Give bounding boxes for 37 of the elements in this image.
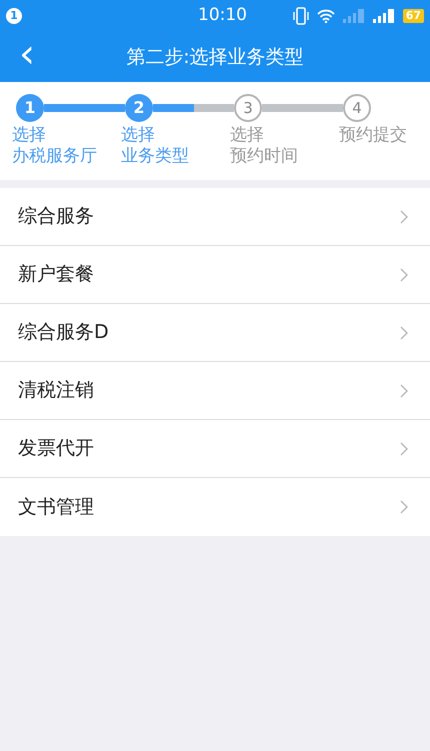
service-item[interactable]: 新户套餐 [0,246,430,304]
service-item[interactable]: 综合服务 [0,188,430,246]
step-label: 预约时间 [230,146,298,167]
wifi-icon [316,9,335,23]
chevron-right-icon [400,442,408,456]
page-title: 第二步:选择业务类型 [126,44,304,70]
chevron-right-icon [400,210,408,224]
battery-indicator: 67 [402,9,424,23]
service-item[interactable]: 发票代开 [0,420,430,478]
chevron-right-icon [400,384,408,398]
service-label: 综合服务 [18,204,94,230]
step-label: 选择 [121,125,155,146]
service-label: 文书管理 [18,494,94,520]
signal-icon [372,9,395,23]
service-label: 新户套餐 [18,262,94,288]
step-number: 1 [16,94,44,122]
service-label: 发票代开 [18,436,94,462]
service-item[interactable]: 综合服务D [0,304,430,362]
step-label: 预约提交 [339,125,407,146]
notification-badge: 1 [6,8,22,24]
signal-icon [342,9,365,23]
clock-time: 10:10 [198,4,247,28]
step-number: 2 [125,94,153,122]
step-number: 3 [234,94,262,122]
step-number: 4 [343,94,371,122]
vibrate-icon [292,7,309,25]
service-item[interactable]: 文书管理 [0,478,430,536]
service-label: 清税注销 [18,378,94,404]
step-label: 选择 [230,125,264,146]
step-label: 办税服务厅 [12,146,97,167]
chevron-right-icon [400,326,408,340]
step-label: 业务类型 [121,146,189,167]
chevron-right-icon [400,268,408,282]
step-label: 选择 [12,125,46,146]
chevron-right-icon [400,500,408,514]
service-item[interactable]: 清税注销 [0,362,430,420]
service-label: 综合服务D [18,320,109,346]
